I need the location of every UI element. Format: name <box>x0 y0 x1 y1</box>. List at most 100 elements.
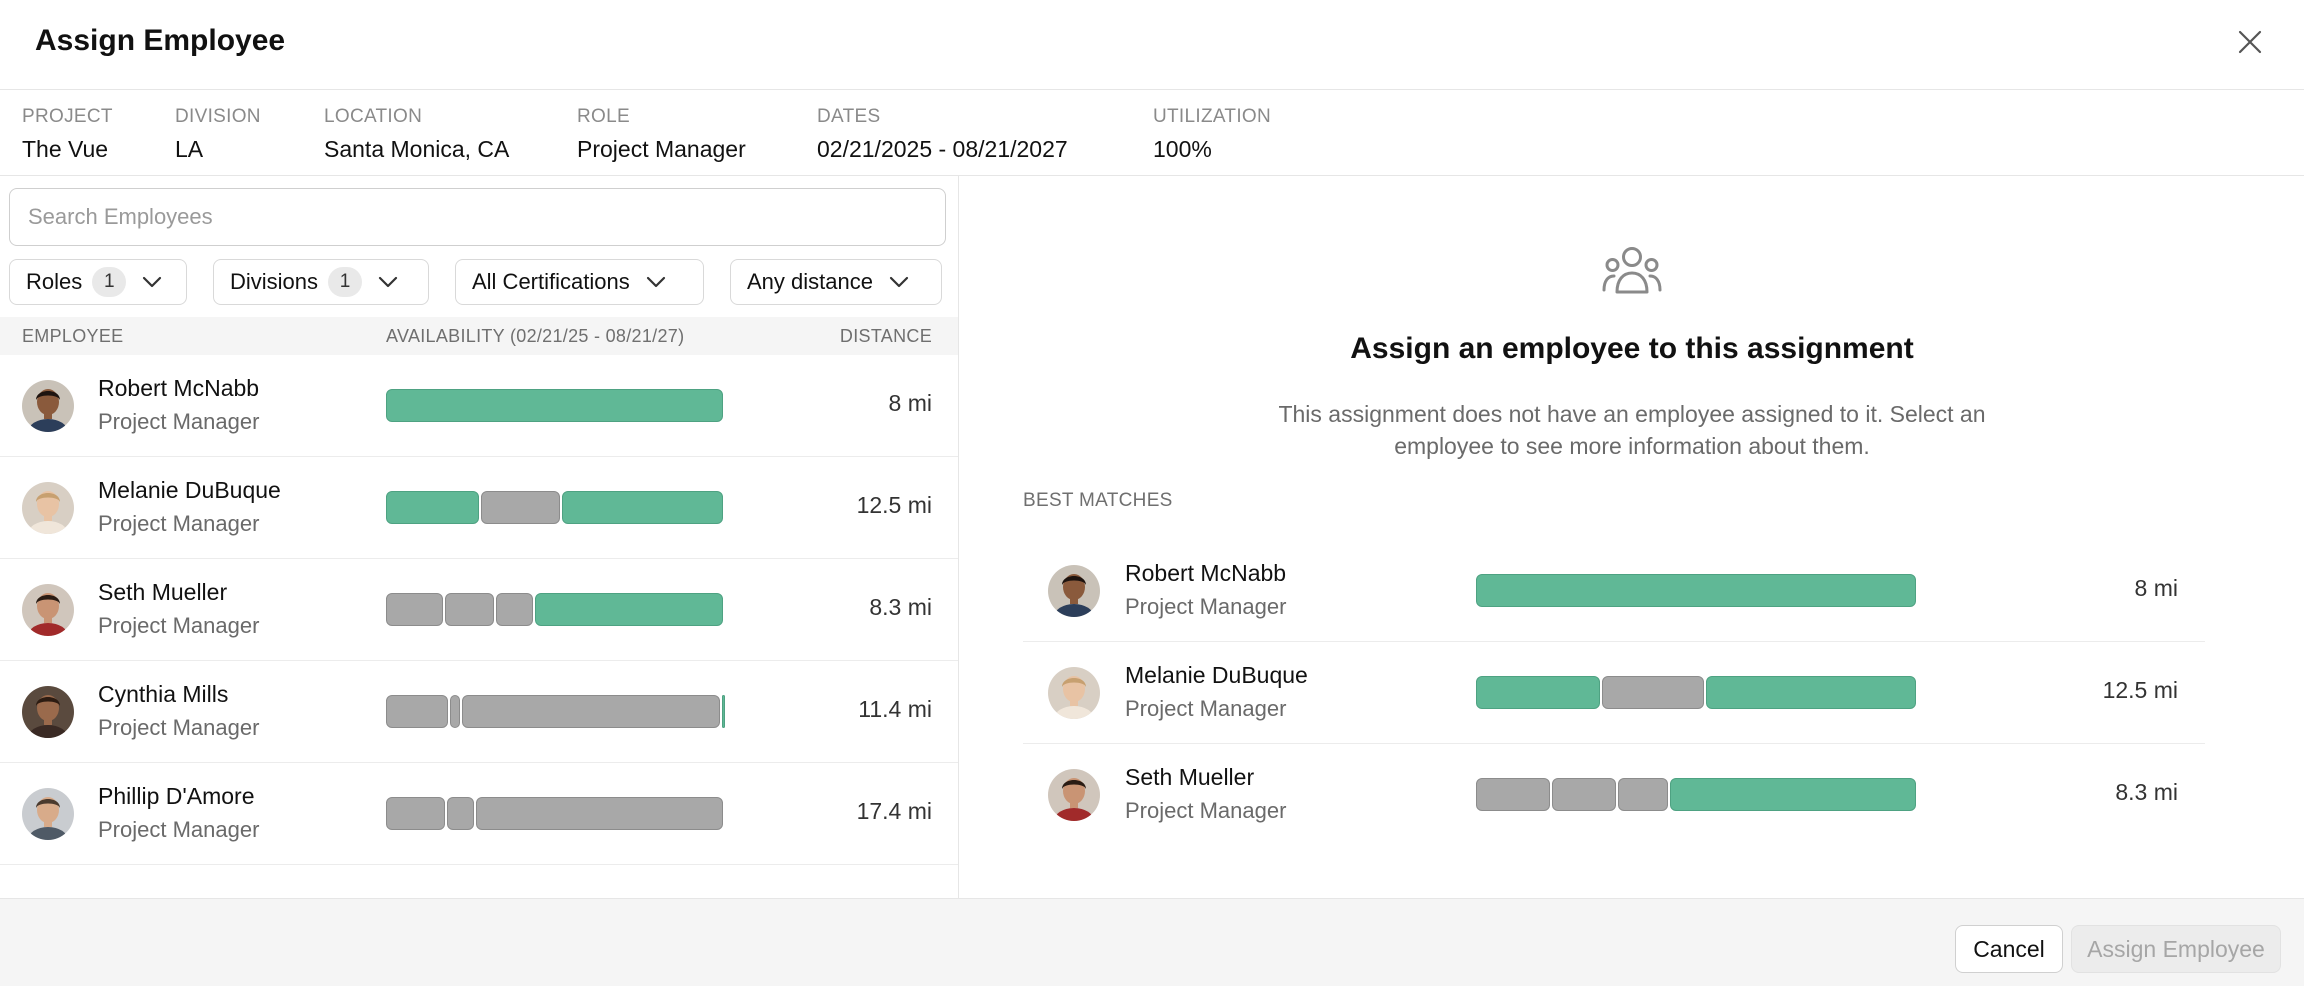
availability-segment-unavailable <box>475 797 723 830</box>
info-label: ROLE <box>577 106 630 127</box>
best-matches-label: BEST MATCHES <box>1023 490 1173 511</box>
info-label: DATES <box>817 106 881 127</box>
avatar <box>22 788 74 840</box>
filter-distance[interactable]: Any distance <box>730 259 942 305</box>
empty-state-description: This assignment does not have an employe… <box>1278 401 1986 459</box>
availability-segment-available <box>1476 574 1916 607</box>
availability-segment-available <box>1476 676 1600 709</box>
availability-bar <box>386 491 725 524</box>
chevron-down-icon <box>142 276 162 288</box>
employee-distance: 8.3 mi <box>869 594 932 620</box>
table-row[interactable]: Robert McNabb Project Manager 8 mi <box>0 355 958 457</box>
employee-role: Project Manager <box>98 409 260 434</box>
best-match-row[interactable]: Seth Mueller Project Manager 8.3 mi <box>1023 744 2205 846</box>
availability-segment-unavailable <box>445 593 495 626</box>
filter-count-badge: 1 <box>92 267 127 297</box>
info-value: 02/21/2025 - 08/21/2027 <box>817 136 1068 162</box>
table-row[interactable]: Melanie DuBuque Project Manager 12.5 mi <box>0 457 958 559</box>
employee-name: Phillip D'Amore <box>98 783 255 809</box>
best-match-row[interactable]: Robert McNabb Project Manager 8 mi <box>1023 540 2205 642</box>
info-location: LOCATION Santa Monica, CA <box>324 106 509 163</box>
info-label: LOCATION <box>324 106 423 127</box>
info-utilization: UTILIZATION 100% <box>1153 106 1271 163</box>
availability-bar <box>1476 574 1918 607</box>
cancel-button[interactable]: Cancel <box>1955 925 2063 973</box>
availability-segment-unavailable <box>450 695 461 728</box>
filter-roles[interactable]: Roles 1 <box>9 259 187 305</box>
info-value: The Vue <box>22 136 109 162</box>
availability-bar <box>386 695 725 728</box>
column-distance[interactable]: DISTANCE <box>840 326 932 347</box>
avatar <box>22 380 74 432</box>
availability-bar <box>1476 676 1918 709</box>
table-row[interactable]: Seth Mueller Project Manager 8.3 mi <box>0 559 958 661</box>
employee-distance: 12.5 mi <box>2102 677 2178 703</box>
chevron-down-icon <box>378 276 398 288</box>
column-employee[interactable]: EMPLOYEE <box>22 326 123 347</box>
info-label: DIVISION <box>175 106 261 127</box>
employee-distance: 8 mi <box>2134 575 2178 601</box>
table-header: EMPLOYEE AVAILABILITY (02/21/25 - 08/21/… <box>0 317 958 355</box>
info-value: Project Manager <box>577 136 746 162</box>
filter-label: Any distance <box>747 269 873 294</box>
employee-role: Project Manager <box>98 511 260 536</box>
avatar <box>22 686 74 738</box>
availability-segment-available <box>535 593 723 626</box>
employee-name: Robert McNabb <box>1125 560 1287 586</box>
availability-segment-available <box>1705 676 1916 709</box>
employee-name: Cynthia Mills <box>98 681 229 707</box>
availability-segment-unavailable <box>462 695 720 728</box>
employee-list-panel: Roles 1 Divisions 1 All Certifications A… <box>0 176 959 898</box>
availability-bar <box>1476 778 1918 811</box>
employee-distance: 17.4 mi <box>856 798 932 824</box>
dialog-title: Assign Employee <box>35 24 286 57</box>
availability-segment-unavailable <box>386 593 444 626</box>
employee-distance: 8.3 mi <box>2115 779 2178 805</box>
avatar <box>1048 769 1100 821</box>
people-icon <box>1602 247 1662 294</box>
chevron-down-icon <box>889 276 909 288</box>
column-availability[interactable]: AVAILABILITY (02/21/25 - 08/21/27) <box>386 326 684 347</box>
employee-role: Project Manager <box>98 817 260 842</box>
assign-employee-button: Assign Employee <box>2071 925 2281 973</box>
availability-segment-unavailable <box>1618 778 1669 811</box>
search-input[interactable] <box>9 188 946 246</box>
employee-role: Project Manager <box>1125 798 1287 823</box>
avatar <box>1048 667 1100 719</box>
filter-label: Divisions <box>230 269 319 294</box>
info-label: UTILIZATION <box>1153 106 1272 127</box>
employee-role: Project Manager <box>98 613 260 638</box>
filter-divisions[interactable]: Divisions 1 <box>213 259 429 305</box>
assignment-info: PROJECT The Vue DIVISION LA LOCATION San… <box>0 90 2304 176</box>
employee-distance: 12.5 mi <box>856 492 932 518</box>
availability-segment-unavailable <box>386 797 446 830</box>
info-value: LA <box>175 136 204 162</box>
close-button[interactable] <box>2230 22 2270 62</box>
best-match-row[interactable]: Melanie DuBuque Project Manager 12.5 mi <box>1023 642 2205 744</box>
availability-segment-unavailable <box>1552 778 1617 811</box>
table-row[interactable]: Phillip D'Amore Project Manager 17.4 mi <box>0 763 958 865</box>
avatar <box>22 482 74 534</box>
info-role: ROLE Project Manager <box>577 106 746 163</box>
filter-count-badge: 1 <box>328 267 363 297</box>
empty-state-title: Assign an employee to this assignment <box>1350 332 1914 365</box>
availability-segment-available <box>1670 778 1916 811</box>
info-value: Santa Monica, CA <box>324 136 510 162</box>
info-label: PROJECT <box>22 106 113 127</box>
availability-segment-available <box>721 695 725 728</box>
availability-segment-available <box>386 389 723 422</box>
info-project: PROJECT The Vue <box>22 106 113 163</box>
table-row[interactable]: Cynthia Mills Project Manager 11.4 mi <box>0 661 958 763</box>
info-division: DIVISION LA <box>175 106 261 163</box>
employee-name: Melanie DuBuque <box>1125 662 1308 688</box>
dialog-footer: Cancel Assign Employee <box>0 898 2304 986</box>
filter-certifications[interactable]: All Certifications <box>455 259 704 305</box>
availability-bar <box>386 389 725 422</box>
availability-bar <box>386 593 725 626</box>
employee-distance: 8 mi <box>888 390 932 416</box>
availability-segment-unavailable <box>386 695 449 728</box>
availability-segment-unavailable <box>480 491 561 524</box>
employee-name: Seth Mueller <box>98 579 228 605</box>
availability-segment-unavailable <box>447 797 474 830</box>
employee-name: Robert McNabb <box>98 375 260 401</box>
